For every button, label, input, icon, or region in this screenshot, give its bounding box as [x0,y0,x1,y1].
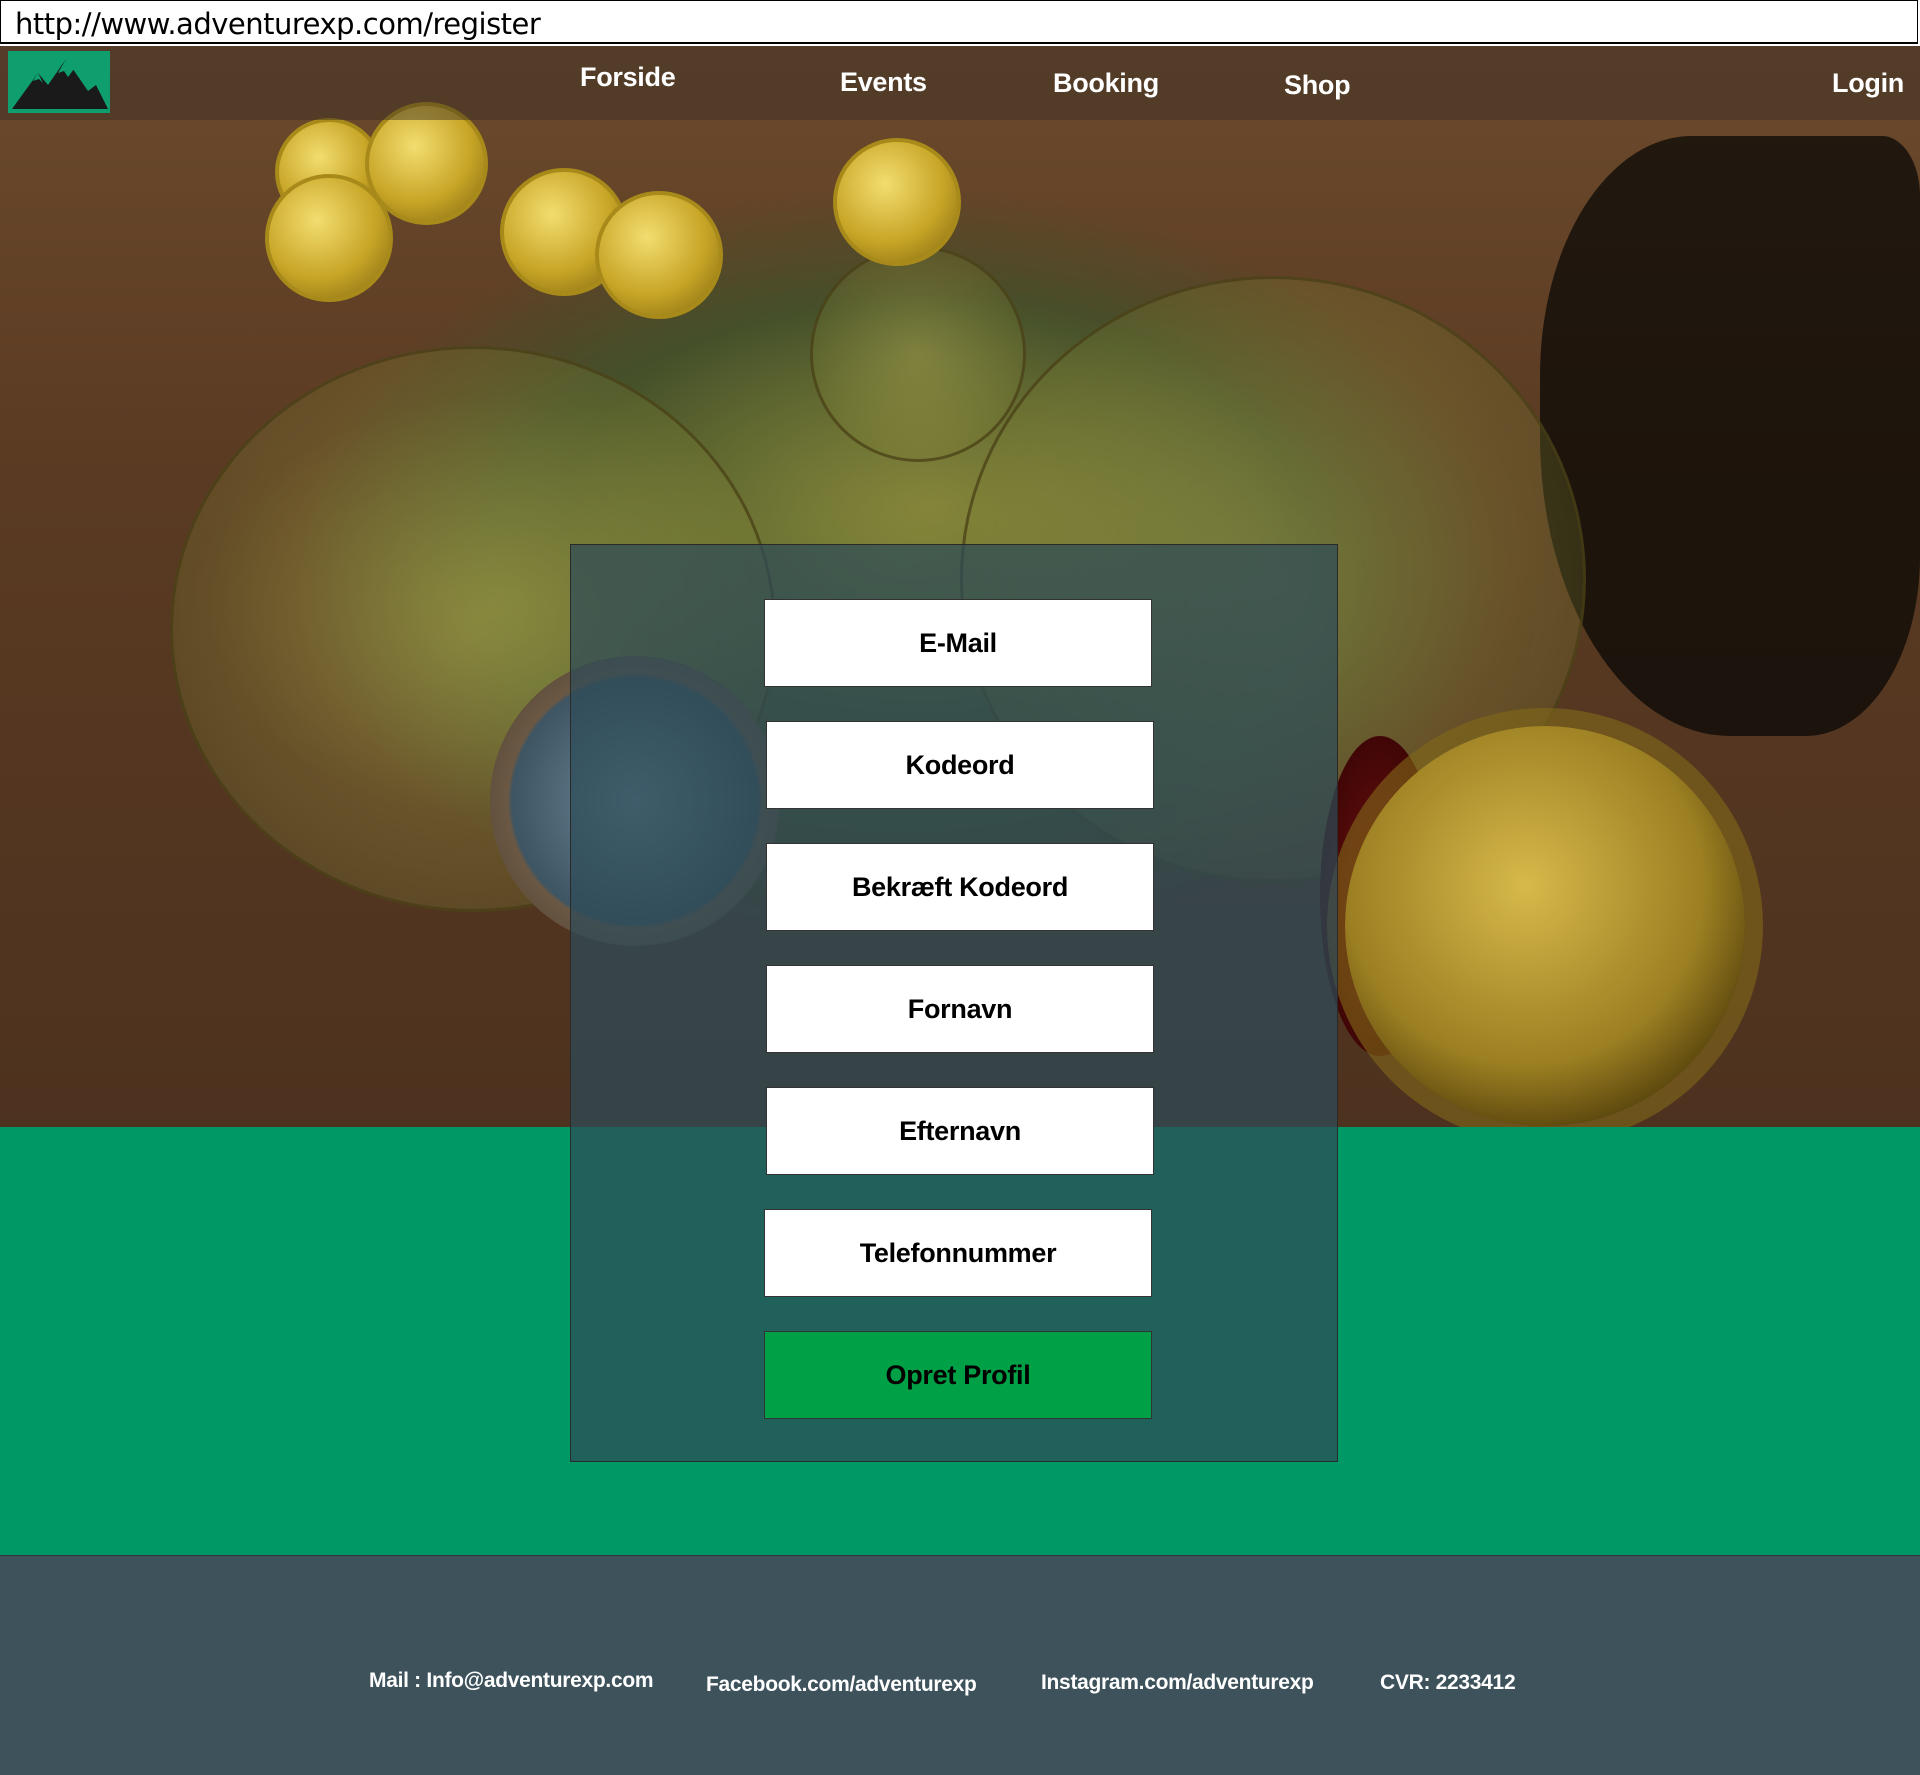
gold-coin [265,174,393,302]
map-shadow [1540,136,1920,736]
footer [0,1556,1920,1775]
phone-field[interactable]: Telefonnummer [764,1209,1152,1297]
map-globe-small [810,246,1026,462]
nav-item-forside[interactable]: Forside [580,62,676,93]
mountain-logo-icon[interactable] [8,51,110,113]
confirm-password-field[interactable]: Bekræft Kodeord [766,843,1154,931]
footer-cvr: CVR: 2233412 [1380,1671,1516,1694]
footer-instagram-link[interactable]: Instagram.com/adventurexp [1041,1671,1314,1695]
create-profile-button[interactable]: Opret Profil [764,1331,1152,1419]
login-link[interactable]: Login [1832,68,1904,99]
footer-mail[interactable]: Mail : Info@adventurexp.com [369,1669,654,1693]
email-field[interactable]: E-Mail [764,599,1152,687]
first-name-field[interactable]: Fornavn [766,965,1154,1053]
browser-address-bar[interactable]: http://www.adventurexp.com/register [0,0,1918,44]
last-name-field[interactable]: Efternavn [766,1087,1154,1175]
top-navbar [0,46,1920,120]
url-text[interactable]: http://www.adventurexp.com/register [15,7,541,41]
nav-item-shop[interactable]: Shop [1284,70,1351,101]
nav-item-events[interactable]: Events [840,67,927,98]
mountain-icon-svg [12,59,108,109]
nav-item-booking[interactable]: Booking [1053,68,1159,99]
footer-facebook-link[interactable]: Facebook.com/adventurexp [706,1673,977,1697]
password-field[interactable]: Kodeord [766,721,1154,809]
gold-coin [833,138,961,266]
skull-medallion [1345,726,1745,1126]
gold-coin [595,191,723,319]
